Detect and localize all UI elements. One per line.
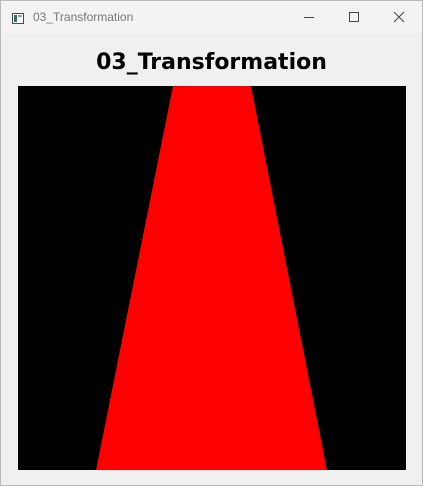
app-window: 03_Transformation 03_Transformation [0, 0, 423, 486]
maximize-button[interactable] [331, 1, 377, 33]
minimize-button[interactable] [286, 1, 332, 33]
render-canvas [18, 86, 406, 470]
maximize-icon [348, 11, 360, 23]
page-title: 03_Transformation [96, 50, 327, 75]
minimize-icon [303, 11, 315, 23]
close-icon [393, 11, 405, 23]
app-icon [12, 11, 24, 24]
render-viewport [18, 86, 406, 470]
close-button[interactable] [376, 1, 422, 33]
title-bar[interactable]: 03_Transformation [1, 1, 422, 33]
window-title: 03_Transformation [33, 10, 134, 24]
